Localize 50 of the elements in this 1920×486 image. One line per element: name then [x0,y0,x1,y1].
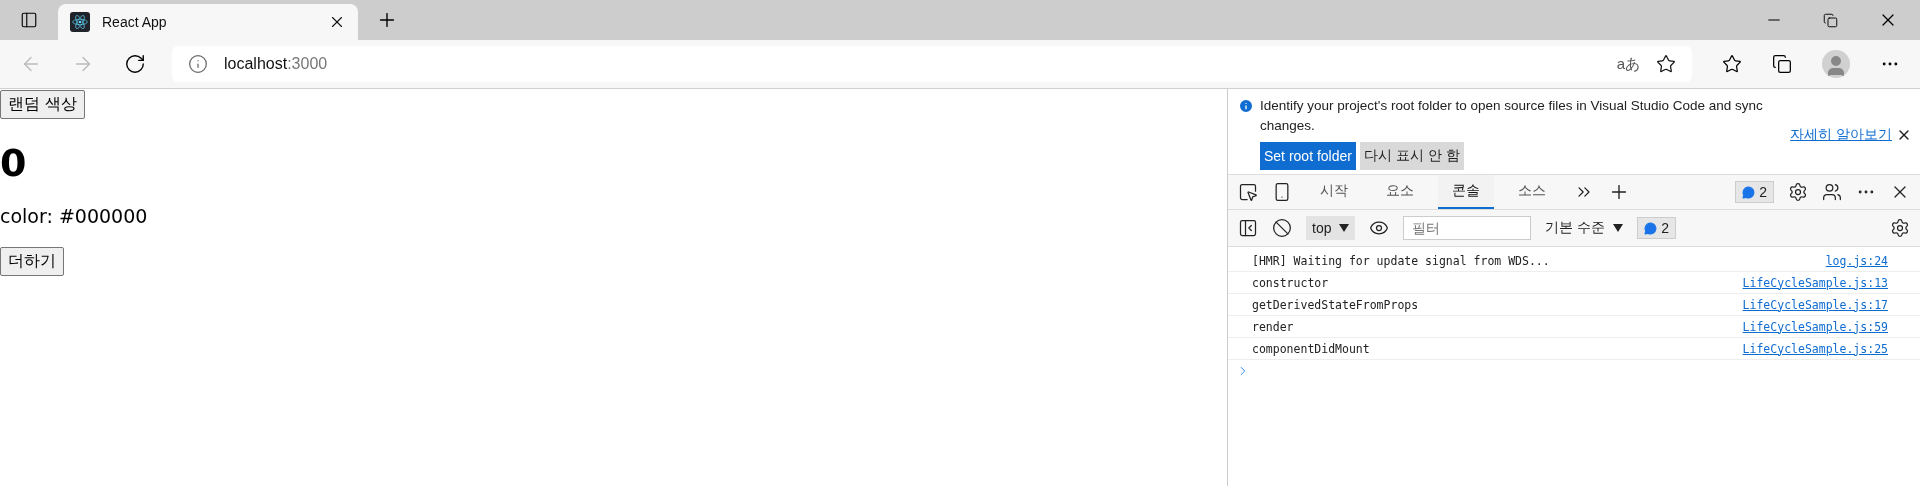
info-icon [1238,98,1254,114]
set-root-folder-button[interactable]: Set root folder [1260,142,1356,170]
sidebar-icon[interactable] [1238,218,1258,238]
add-button[interactable]: 더하기 [0,247,64,276]
log-level-dropdown[interactable]: 기본 수준 [1545,219,1624,237]
tab-title: React App [102,14,167,30]
learn-more-link[interactable]: 자세히 알아보기 [1790,126,1892,144]
collections-icon[interactable] [1772,54,1792,74]
messages-badge[interactable]: 2 [1637,217,1677,239]
devtools-tab[interactable]: 소스 [1504,175,1560,209]
inspect-icon[interactable] [1238,182,1258,202]
add-favorite-icon[interactable] [1656,54,1676,74]
favorites-icon[interactable] [1722,54,1742,74]
dont-show-again-button[interactable]: 다시 표시 안 함 [1359,142,1464,170]
react-logo-icon [70,12,90,32]
browser-tab[interactable]: React App [58,4,358,40]
source-link[interactable]: LifeCycleSample.js:17 [1742,297,1888,312]
settings-icon[interactable] [1890,218,1910,238]
devtools-tab[interactable]: 콘솔 [1438,175,1494,209]
random-color-button[interactable]: 랜덤 색상 [0,90,86,119]
settings-icon[interactable] [1788,182,1808,202]
color-text: color: #000000 [0,205,149,227]
devtools-tab[interactable]: 요소 [1372,175,1428,209]
translate-icon[interactable]: aあ [1616,54,1640,74]
devtools-tab[interactable]: 시작 [1306,175,1362,209]
context-dropdown[interactable]: top [1306,216,1356,240]
reload-icon[interactable] [124,53,146,75]
source-link[interactable]: log.js:24 [1825,253,1888,268]
message-text: getDerivedStateFromProps [1252,297,1419,312]
info-message: Identify your project's root folder to open source files in Visual Studio Code and sync changes. [1260,97,1764,135]
message-text: componentDidMount [1252,341,1370,356]
message-text: [HMR] Waiting for update signal from WDS... [1252,253,1550,268]
clear-console-icon[interactable] [1272,218,1292,238]
issues-badge[interactable]: 2 [1735,181,1774,203]
caret-icon [1613,224,1624,232]
message-text: constructor [1252,275,1329,290]
counter-number: 0 [0,141,28,185]
url-text: localhost:3000 [224,55,328,73]
profile-avatar[interactable] [1822,50,1850,78]
info-icon [188,54,208,74]
source-link[interactable]: LifeCycleSample.js:13 [1742,275,1888,290]
caret-icon [1339,224,1350,232]
source-link[interactable]: LifeCycleSample.js:25 [1742,341,1888,356]
source-link[interactable]: LifeCycleSample.js:59 [1742,319,1888,334]
restore-icon[interactable] [1823,12,1838,28]
message-text: render [1252,319,1294,334]
feedback-icon[interactable] [1822,182,1842,202]
address-field[interactable]: localhost:3000 aあ [172,46,1692,82]
sidebar-icon[interactable] [20,11,38,29]
filter-field[interactable]: 필터 [1403,216,1532,240]
